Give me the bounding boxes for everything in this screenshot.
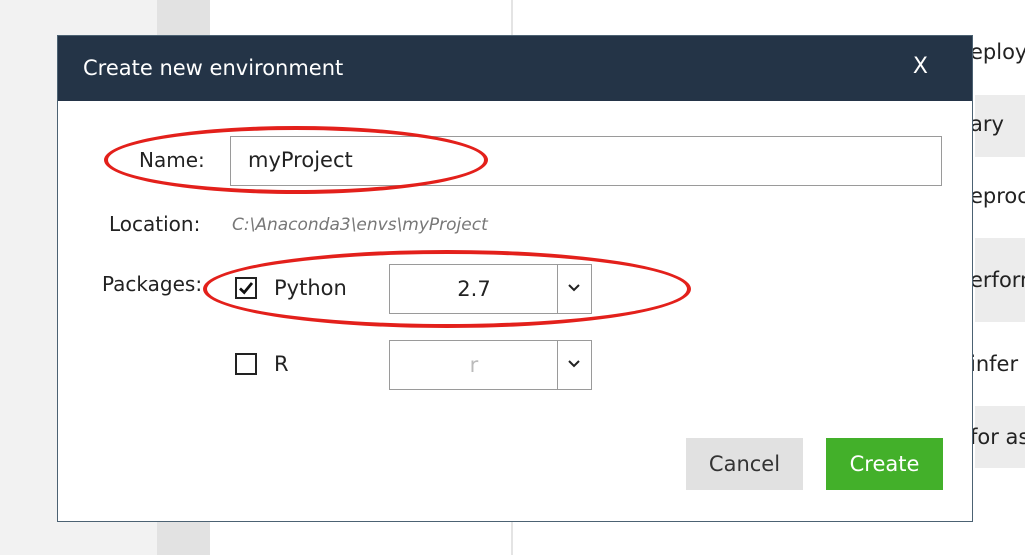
close-icon[interactable]: X xyxy=(913,54,928,79)
background-item-text[interactable]: eproc xyxy=(970,184,1025,208)
background-item-text[interactable]: for as xyxy=(970,425,1025,449)
python-version-dropdown-toggle[interactable] xyxy=(557,265,591,313)
python-version-value: 2.7 xyxy=(457,277,491,301)
r-version-value: r xyxy=(469,353,479,377)
r-version-select: r xyxy=(389,340,592,390)
cancel-button[interactable]: Cancel xyxy=(686,438,803,490)
dialog-titlebar: Create new environment X xyxy=(58,36,972,101)
python-version-select[interactable]: 2.7 xyxy=(389,264,592,314)
checkmark-icon xyxy=(239,282,254,295)
name-input[interactable]: myProject xyxy=(230,136,942,186)
location-label: Location: xyxy=(109,212,201,236)
name-label: Name: xyxy=(139,148,205,172)
background-item-text[interactable]: eploy xyxy=(970,40,1025,64)
r-package-label: R xyxy=(274,352,289,376)
packages-label: Packages: xyxy=(102,272,203,296)
chevron-down-icon xyxy=(568,360,580,368)
python-package-label: Python xyxy=(274,276,347,300)
create-environment-dialog: Create new environment X Name: myProject… xyxy=(57,35,973,522)
background-item-text[interactable]: infer xyxy=(970,352,1018,376)
python-checkbox[interactable] xyxy=(235,277,257,299)
background-item-text[interactable]: ary xyxy=(970,112,1004,136)
create-button[interactable]: Create xyxy=(826,438,943,490)
r-checkbox[interactable] xyxy=(235,353,257,375)
r-version-dropdown-toggle xyxy=(557,341,591,389)
chevron-down-icon xyxy=(568,284,580,292)
dialog-title: Create new environment xyxy=(83,56,344,80)
background-item-text[interactable]: erform xyxy=(970,268,1025,292)
location-value: C:\Anaconda3\envs\myProject xyxy=(232,215,488,235)
